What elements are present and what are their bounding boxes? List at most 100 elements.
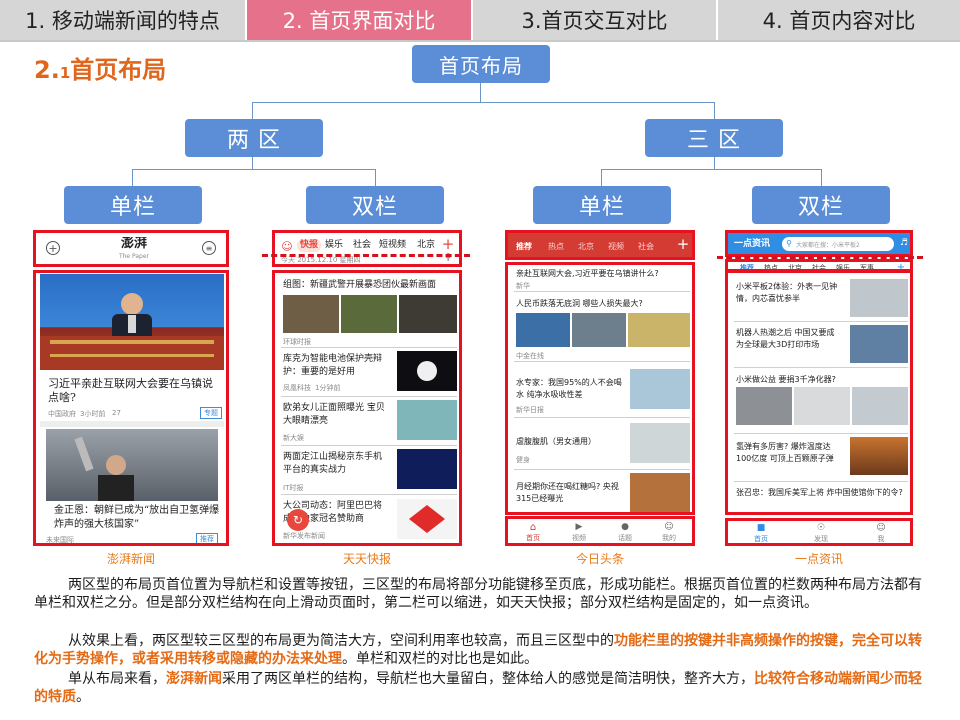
user-icon[interactable]: ☺ bbox=[281, 240, 293, 253]
topic-icon[interactable]: ● bbox=[614, 521, 636, 533]
separator bbox=[514, 469, 690, 470]
toutiao-tab-0[interactable]: 推荐 bbox=[516, 240, 538, 253]
toutiao-tab-2[interactable]: 北京 bbox=[578, 240, 600, 253]
toutiao-bottom-1[interactable]: 视频 bbox=[568, 533, 590, 543]
yidian-item-1[interactable]: 机器人热潮之后 中国又要成为全球最大3D打印市场 bbox=[736, 327, 842, 353]
plus-icon[interactable]: + bbox=[46, 241, 60, 255]
connector-left-single bbox=[132, 169, 133, 186]
toutiao-bottom-0[interactable]: 首页 bbox=[522, 533, 544, 543]
tiantian-content-frame: 组图：新疆武警开展暴恐团伙最新画面 环球时报 库克为智能电池保护壳辩护：重要的是… bbox=[272, 270, 462, 546]
menu-icon[interactable]: ≡ bbox=[202, 241, 216, 255]
paragraph-2-text-a: 从效果上看，两区型较三区型的布局更为简洁大方，空间利用率也较高，而且三区型中的 bbox=[68, 633, 614, 649]
toutiao-item-1[interactable]: 人民币跌落无底洞 哪些人损失最大? bbox=[516, 297, 692, 310]
pengpai-logo: 澎湃 bbox=[120, 237, 147, 250]
yidian-photo-2a bbox=[736, 387, 792, 425]
yidian-bottom-1[interactable]: 发现 bbox=[812, 534, 830, 543]
yidian-photo-0 bbox=[850, 279, 908, 317]
toutiao-item-0[interactable]: 亲赴互联网大会,习近平要在乌镇讲什么? bbox=[516, 267, 692, 280]
video-icon[interactable]: ▶ bbox=[568, 521, 590, 533]
toutiao-bottom-2[interactable]: 话题 bbox=[614, 533, 636, 543]
compass-icon[interactable]: ☉ bbox=[814, 522, 828, 534]
yidian-search-input[interactable]: 大家都在搜：小米平板2 bbox=[782, 237, 894, 251]
pengpai-content-frame: 习近平亲赴互联网大会要在乌镇说点啥? 中国政府 3小时前 27 专题 金正恩：朝… bbox=[33, 270, 229, 546]
paragraph-2: 从效果上看，两区型较三区型的布局更为简洁大方，空间利用率也较高，而且三区型中的功… bbox=[34, 632, 922, 668]
tab-divider bbox=[0, 40, 960, 42]
toutiao-item-2[interactable]: 水专家：我国95%的人不会喝水 纯净水吸收性差 bbox=[516, 377, 624, 403]
yidian-bottom-0[interactable]: 首页 bbox=[752, 534, 770, 543]
toutiao-tab-4[interactable]: 社会 bbox=[638, 240, 660, 253]
connector-left-down bbox=[252, 156, 253, 169]
pengpai-headline-2[interactable]: 金正恩：朝鲜已成为“放出自卫氢弹爆炸声的强大核国家” bbox=[54, 504, 222, 532]
section-heading: 首页布局 bbox=[70, 56, 167, 84]
separator bbox=[734, 367, 908, 368]
separator bbox=[734, 321, 908, 322]
tiantian-photo-0a bbox=[283, 295, 339, 333]
pengpai-tag-recommend[interactable]: 推荐 bbox=[196, 533, 218, 543]
separator bbox=[281, 494, 457, 495]
toutiao-bottom-frame: ⌂ 首页 ▶ 视频 ● 话题 ☺ 我的 bbox=[505, 516, 695, 546]
tiantian-item-1-time: 1分钟前 bbox=[315, 384, 341, 392]
tiantian-tab-3[interactable]: 短视频 bbox=[379, 239, 413, 252]
yidian-photo-2b bbox=[794, 387, 850, 425]
toutiao-tab-1[interactable]: 热点 bbox=[548, 240, 570, 253]
paragraph-3-text-a: 单从布局来看， bbox=[68, 671, 166, 687]
toutiao-item-0-src: 新华 bbox=[516, 282, 530, 290]
yidian-item-0[interactable]: 小米平板2体验：外表一见钟情，内芯喜忧参半 bbox=[736, 281, 842, 307]
separator bbox=[281, 445, 457, 446]
tiantian-item-1[interactable]: 库克为智能电池保护壳辩护：重要的是好用 bbox=[283, 353, 387, 379]
toutiao-item-4[interactable]: 月经期你还在喝红糖吗? 央视315已经曝光 bbox=[516, 481, 624, 507]
pengpai-headline-1[interactable]: 习近平亲赴互联网大会要在乌镇说点啥? bbox=[48, 377, 218, 405]
section-sub-number: 1 bbox=[59, 64, 71, 82]
refresh-icon[interactable]: ↻ bbox=[287, 509, 309, 531]
tiantian-item-2-src: 新大娱 bbox=[283, 434, 304, 442]
node-two-zone: 两 区 bbox=[185, 119, 323, 157]
tiantian-item-2[interactable]: 欧弟女儿正面照曝光 宝贝大眼睛漂亮 bbox=[283, 402, 387, 428]
pengpai-meta-1b: 3小时前 bbox=[80, 410, 106, 418]
toutiao-bottom-3[interactable]: 我的 bbox=[658, 533, 680, 543]
add-channel-icon[interactable]: + bbox=[441, 235, 455, 253]
paragraph-1-text: 两区型的布局页首位置为导航栏和设置等按钮，三区型的布局将部分功能键移至页底，形成… bbox=[34, 577, 922, 611]
tiantian-tab-4[interactable]: 北京 bbox=[417, 239, 437, 252]
node-three-zone-double: 双栏 bbox=[752, 186, 890, 224]
toutiao-item-1-src: 中金在线 bbox=[516, 352, 544, 360]
toutiao-photo-1c bbox=[628, 313, 690, 347]
toutiao-photo-1a bbox=[516, 313, 570, 347]
top-tab-bar: 1. 移动端新闻的特点 2. 首页界面对比 3.首页交互对比 4. 首页内容对比 bbox=[0, 0, 960, 40]
tiantian-tab-2[interactable]: 社会 bbox=[353, 239, 377, 252]
yidian-header-frame: 一点资讯 大家都在搜：小米平板2 ⚲ ♬ bbox=[725, 230, 913, 257]
yidian-bottom-2[interactable]: 我 bbox=[872, 534, 890, 543]
home-icon[interactable]: ⌂ bbox=[522, 521, 544, 533]
home-icon[interactable]: ■ bbox=[754, 522, 768, 534]
tab-homepage-interaction[interactable]: 3.首页交互对比 bbox=[473, 0, 718, 40]
connector-left-double bbox=[375, 169, 376, 186]
caption-toutiao: 今日头条 bbox=[575, 552, 624, 566]
yidian-item-3[interactable]: 氢弹有多厉害? 爆炸温度达100亿度 可顶上百颗原子弹 bbox=[736, 441, 842, 467]
tiantian-tab-1[interactable]: 娱乐 bbox=[325, 239, 349, 252]
tiantian-tab-0[interactable]: 快报 bbox=[297, 239, 321, 252]
tiantian-item-0[interactable]: 组图：新疆武警开展暴恐团伙最新画面 bbox=[283, 279, 459, 292]
caption-tiantian: 天天快报 bbox=[342, 552, 391, 566]
yidian-item-2[interactable]: 小米做公益 要捐3千净化器? bbox=[736, 373, 906, 386]
yidian-brand: 一点资讯 bbox=[734, 239, 771, 249]
paragraph-3-text-e: 。 bbox=[76, 689, 90, 705]
node-homepage-layout: 首页布局 bbox=[412, 45, 550, 83]
pengpai-tag-topic[interactable]: 专题 bbox=[200, 407, 222, 419]
tab-features[interactable]: 1. 移动端新闻的特点 bbox=[0, 0, 247, 40]
profile-icon[interactable]: ☺ bbox=[658, 521, 680, 533]
add-channel-icon[interactable]: + bbox=[676, 235, 690, 253]
tiantian-item-3[interactable]: 两面定江山揭秘京东手机平台的真实战力 bbox=[283, 451, 387, 477]
bell-icon[interactable]: ♬ bbox=[898, 237, 910, 249]
dashed-line-yidian bbox=[717, 256, 923, 259]
tab-homepage-ui[interactable]: 2. 首页界面对比 bbox=[247, 0, 473, 40]
yidian-photo-3 bbox=[850, 437, 908, 475]
profile-icon[interactable]: ☺ bbox=[874, 522, 888, 534]
toutiao-item-3[interactable]: 虐腹腹肌（男女通用） bbox=[516, 435, 624, 448]
separator bbox=[734, 433, 908, 434]
tiantian-header-frame: ☺ 快报 娱乐 社会 短视频 北京 + 今天 2015.12.10 星期四 ⚲ bbox=[272, 230, 462, 267]
dashed-line-tiantian bbox=[262, 254, 470, 257]
toutiao-tab-3[interactable]: 视频 bbox=[608, 240, 630, 253]
yidian-item-4[interactable]: 张召忠：我国斥美军上将 炸中国使馆你下的令? bbox=[736, 487, 908, 512]
connector-left bbox=[252, 102, 253, 119]
yidian-photo-1 bbox=[850, 325, 908, 363]
tab-homepage-content[interactable]: 4. 首页内容对比 bbox=[718, 0, 960, 40]
